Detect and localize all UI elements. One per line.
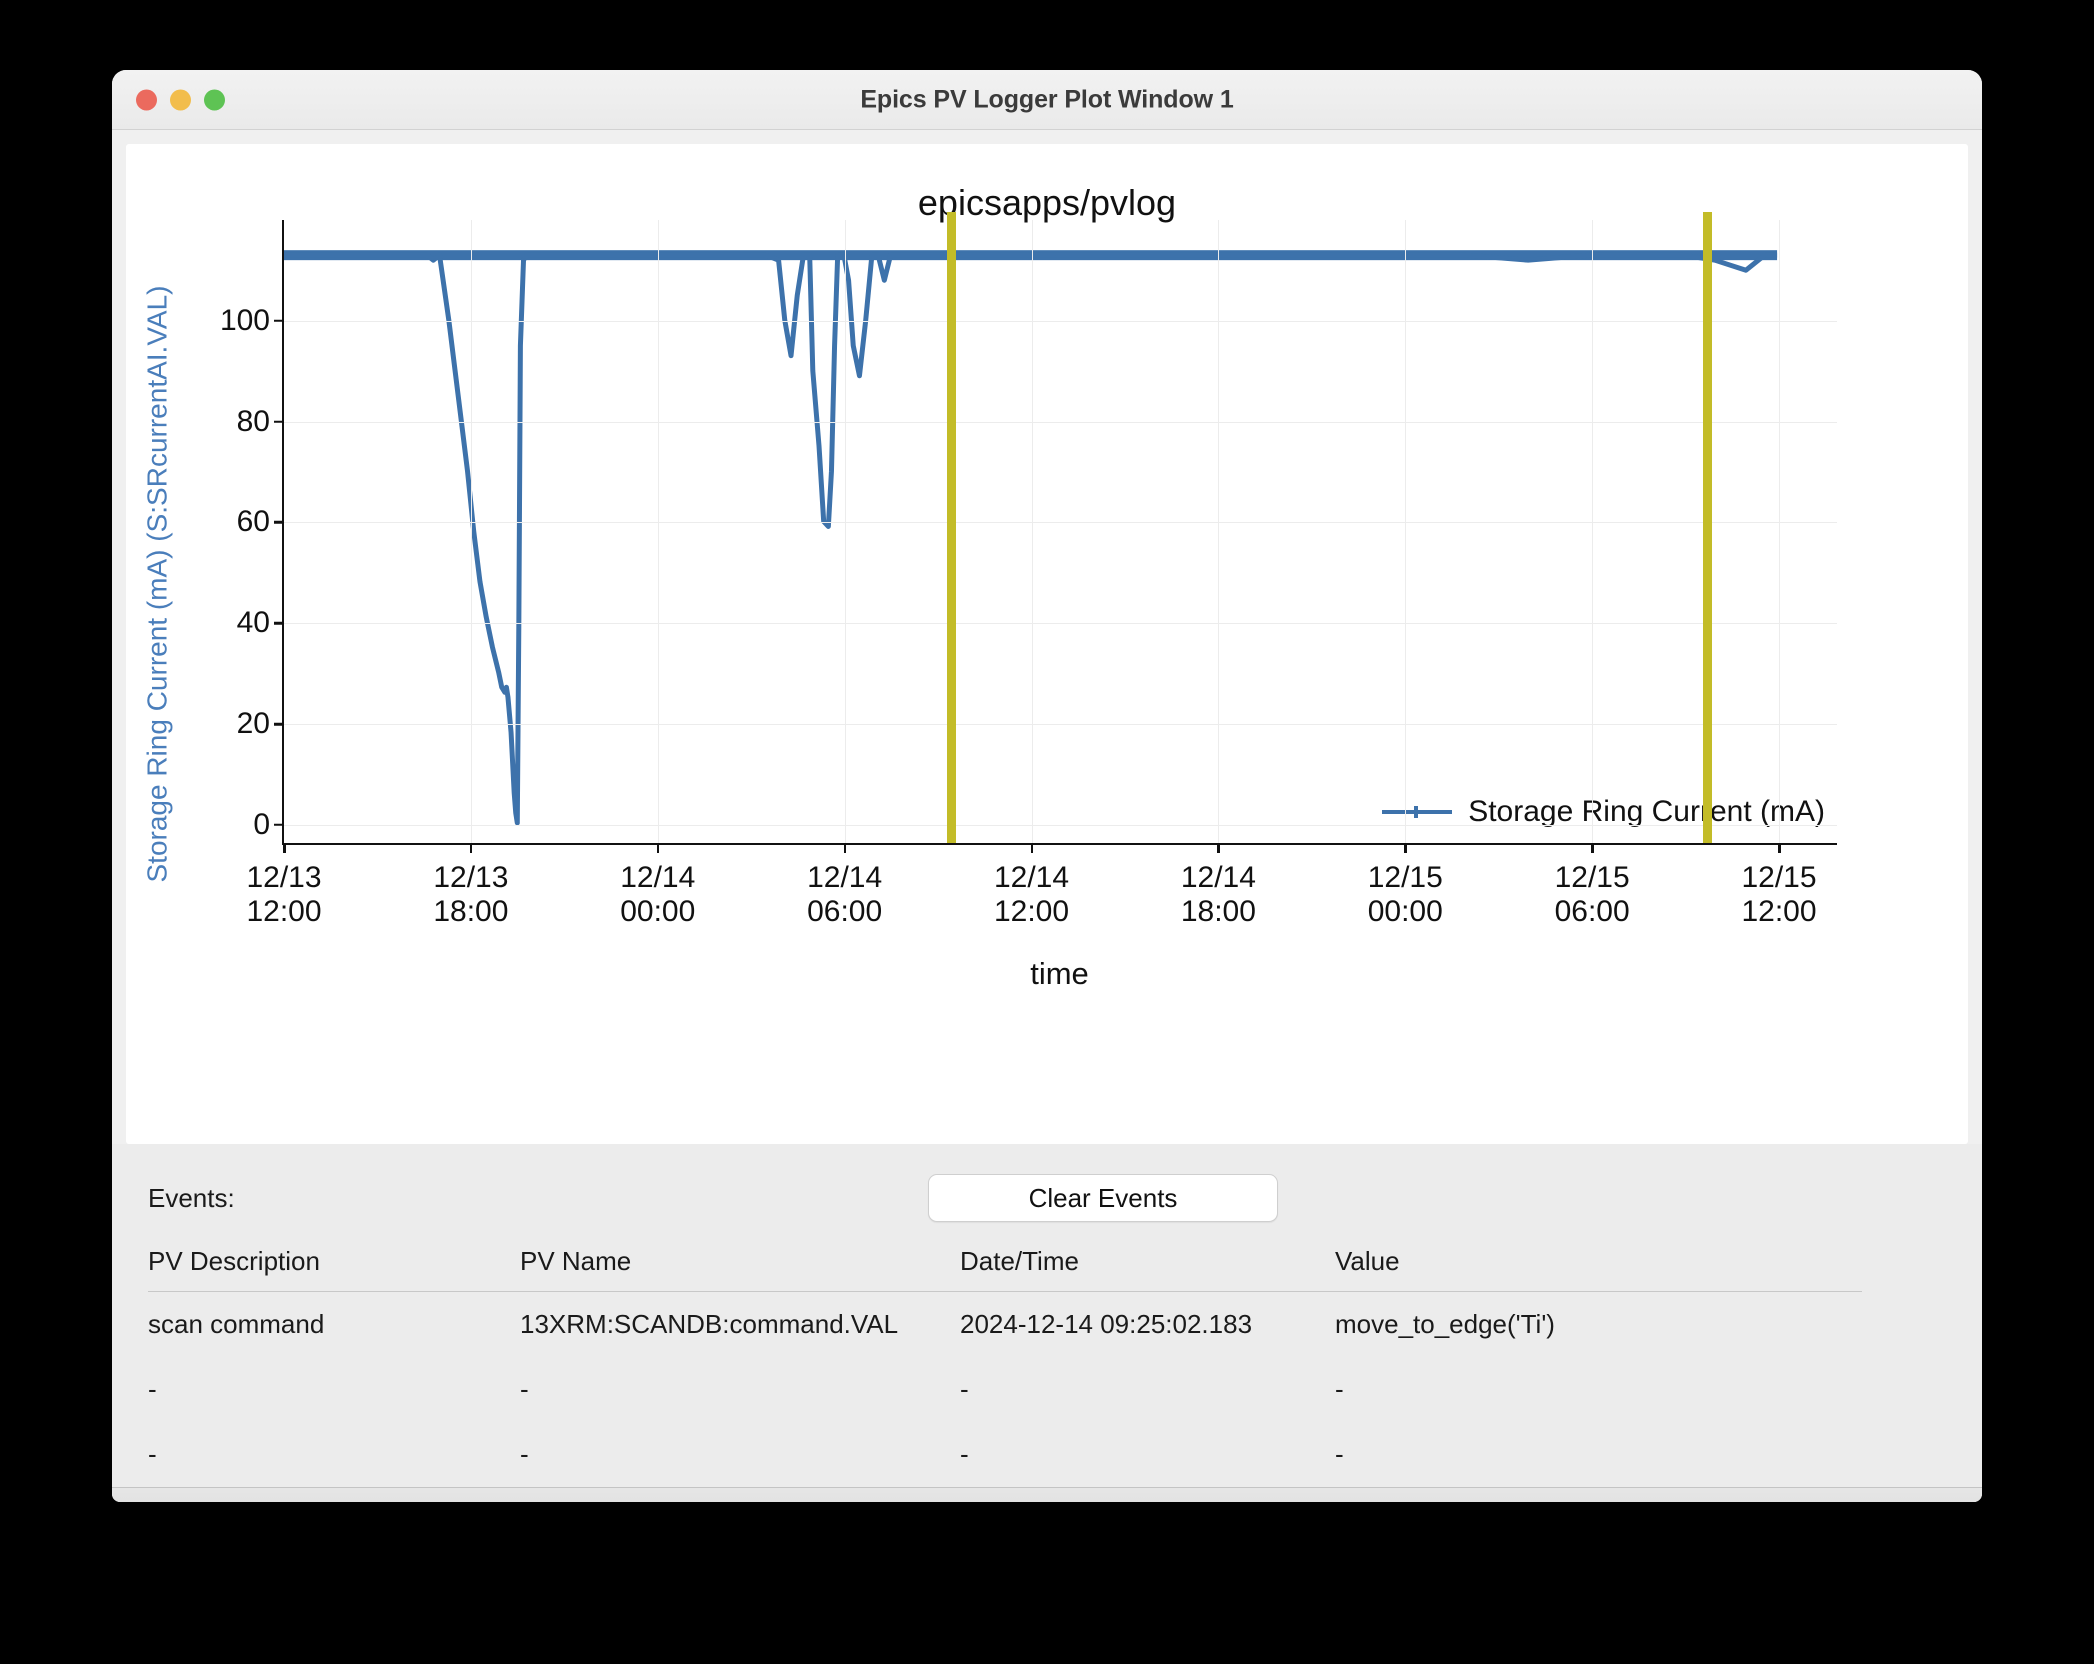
y-tick-mark [274, 521, 284, 524]
cell-value: - [1335, 1439, 1344, 1469]
column-header-value: Value [1335, 1240, 1862, 1292]
y-gridline [284, 623, 1837, 625]
x-tick-label: 12/14 06:00 [807, 861, 883, 928]
events-table-header: PV Description PV Name Date/Time Value [148, 1240, 1862, 1292]
x-tick-label: 12/15 06:00 [1554, 861, 1630, 928]
y-tick-mark [274, 823, 284, 827]
x-gridline [1031, 220, 1033, 843]
x-tick-mark [656, 843, 660, 853]
window-title: Epics PV Logger Plot Window 1 [860, 85, 1234, 113]
cell-pv-description: - [148, 1374, 157, 1404]
y-tick-mark [274, 319, 284, 323]
y-tick-mark [274, 722, 284, 726]
y-tick-label: 80 [236, 404, 270, 438]
status-coords-cursor2: X,Y= 12-14 09:34, 32.868 [1382, 1502, 1982, 1503]
status-coords-cursor1: X,Y= 12-14 09:23, 54.1757 [762, 1502, 1382, 1503]
data-series-storage-ring-current [284, 250, 1778, 826]
app-window: Epics PV Logger Plot Window 1 epicsapps/… [112, 70, 1982, 1502]
y-tick-mark [274, 420, 284, 423]
y-tick-label: 100 [219, 303, 270, 337]
clear-events-button[interactable]: Clear Events [928, 1174, 1278, 1222]
y-gridline [284, 522, 1837, 524]
table-row[interactable]: - - - - [148, 1422, 1862, 1487]
plot-canvas[interactable]: epicsapps/pvlog Storage Ring Current (mA… [126, 144, 1968, 1164]
x-tick-label: 12/15 00:00 [1367, 861, 1443, 928]
x-gridline [1405, 220, 1407, 843]
x-tick-mark [1030, 843, 1033, 853]
table-row[interactable]: scan command 13XRM:SCANDB:command.VAL 20… [148, 1292, 1862, 1358]
status-bar: Saved plot to epicsapps_pvlog.png X,Y= 1… [112, 1487, 1982, 1502]
status-message: Saved plot to epicsapps_pvlog.png [112, 1502, 762, 1503]
column-header-datetime: Date/Time [960, 1240, 1335, 1292]
cell-pv-name: - [520, 1374, 529, 1404]
x-tick-mark [1404, 843, 1407, 853]
x-tick-label: 12/13 12:00 [246, 861, 322, 928]
legend-line-swatch [1382, 806, 1453, 818]
x-tick-label: 12/14 18:00 [1180, 861, 1256, 928]
x-tick-mark [469, 843, 473, 853]
events-header-row: Events: Clear Events [148, 1172, 1946, 1224]
cell-value: move_to_edge('Ti') [1335, 1309, 1555, 1339]
x-gridline [1779, 220, 1780, 843]
x-tick-mark [843, 843, 847, 853]
cursor-marker-2[interactable] [1703, 212, 1713, 843]
y-tick-label: 0 [253, 807, 270, 841]
x-gridline [657, 220, 659, 843]
x-tick-mark [1591, 843, 1594, 853]
y-gridline [284, 824, 1837, 826]
x-gridline [1592, 220, 1594, 843]
x-tick-mark [1217, 843, 1220, 853]
events-table: PV Description PV Name Date/Time Value s… [148, 1240, 1862, 1487]
x-tick-label: 12/13 18:00 [433, 861, 509, 928]
y-gridline [284, 724, 1837, 726]
y-tick-label: 20 [236, 707, 270, 741]
cell-pv-description: scan command [148, 1309, 325, 1339]
x-tick-label: 12/15 12:00 [1741, 861, 1817, 928]
cell-datetime: - [960, 1439, 969, 1469]
table-row[interactable]: - - - - [148, 1357, 1862, 1422]
events-panel: Events: Clear Events PV Description PV N… [112, 1144, 1982, 1487]
y-tick-label: 60 [236, 505, 270, 539]
window-titlebar: Epics PV Logger Plot Window 1 [112, 70, 1982, 130]
plot-axes: Storage Ring Current (mA) 12/13 12:00 12/1… [220, 212, 1837, 928]
y-axis-label-text: Storage Ring Current (mA) (S:SRcurrentAI… [141, 285, 173, 883]
cell-datetime: 2024-12-14 09:25:02.183 [960, 1309, 1253, 1339]
cell-datetime: - [960, 1374, 969, 1404]
cell-pv-name: - [520, 1439, 529, 1469]
x-tick-label: 12/14 12:00 [993, 861, 1070, 928]
y-axis-label: Storage Ring Current (mA) (S:SRcurrentAI… [134, 234, 180, 934]
column-header-pv-name: PV Name [520, 1240, 960, 1292]
x-axis-label: time [1030, 956, 1089, 991]
cell-value: - [1335, 1374, 1344, 1404]
x-tick-label: 12/14 00:00 [620, 861, 696, 928]
x-gridline [844, 220, 846, 843]
y-gridline [284, 320, 1837, 322]
y-tick-label: 40 [236, 606, 270, 640]
cell-pv-description: - [148, 1439, 157, 1469]
cell-pv-name: 13XRM:SCANDB:command.VAL [520, 1309, 899, 1339]
x-tick-mark [283, 843, 286, 853]
cursor-marker-1[interactable] [946, 212, 956, 843]
x-gridline [470, 220, 472, 843]
chart-title: epicsapps/pvlog [917, 182, 1177, 223]
column-header-pv-description: PV Description [148, 1240, 520, 1292]
y-gridline [284, 421, 1837, 423]
x-tick-mark [1778, 843, 1781, 853]
y-tick-mark [274, 621, 284, 625]
x-gridline [1218, 220, 1220, 843]
events-label: Events: [148, 1182, 235, 1213]
